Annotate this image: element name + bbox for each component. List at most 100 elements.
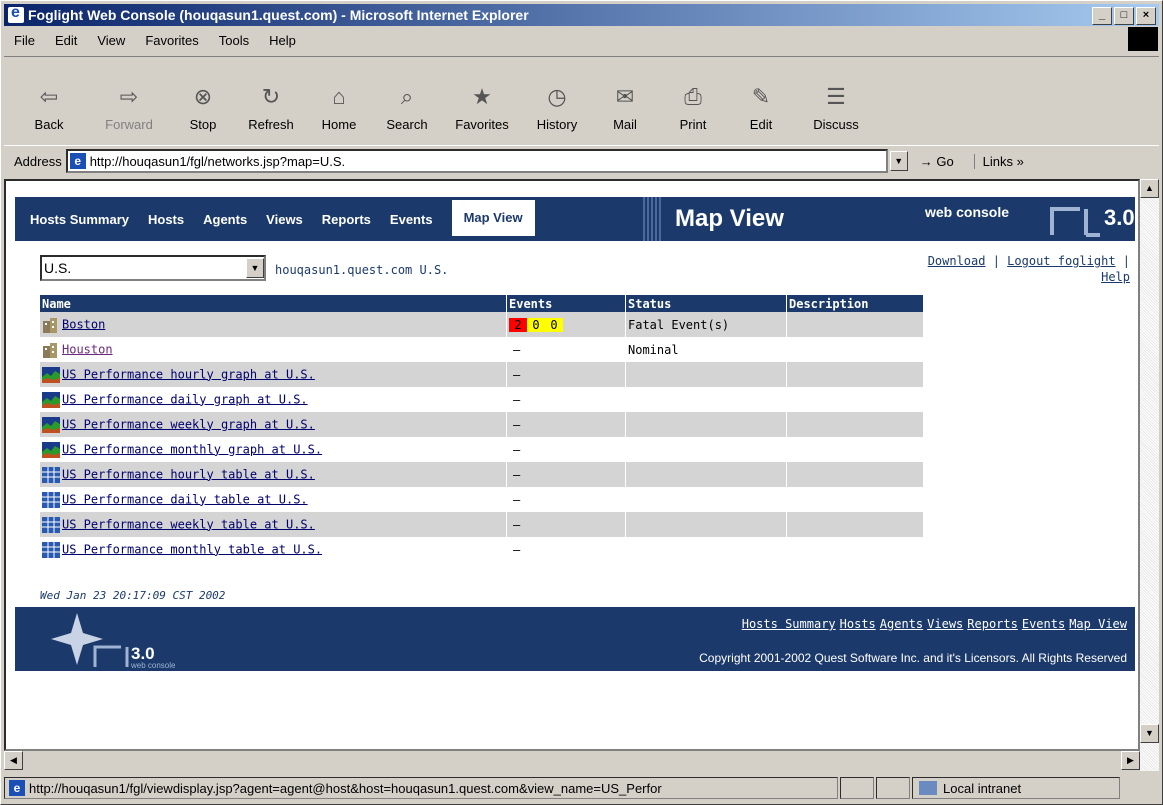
table-icon <box>42 491 60 508</box>
description-cell <box>786 512 924 537</box>
events-cell: – <box>506 387 626 412</box>
tab-hosts[interactable]: Hosts <box>148 212 184 236</box>
tab-reports[interactable]: Reports <box>322 212 371 236</box>
stop-button[interactable]: ⊗ Stop <box>172 62 234 132</box>
row-link[interactable]: US Performance hourly graph at U.S. <box>62 367 315 381</box>
name-cell: US Performance hourly graph at U.S. <box>40 362 507 387</box>
refresh-button[interactable]: ↻ Refresh <box>240 62 302 132</box>
address-dropdown-button[interactable]: ▼ <box>889 151 908 171</box>
footer-link-hosts-summary[interactable]: Hosts Summary <box>742 617 836 631</box>
scroll-up-button[interactable]: ▲ <box>1140 179 1159 198</box>
logout-link[interactable]: Logout foglight <box>1007 254 1115 268</box>
tab-events[interactable]: Events <box>390 212 433 236</box>
help-link[interactable]: Help <box>1101 270 1130 284</box>
menu-file[interactable]: File <box>14 33 35 48</box>
forward-button[interactable]: ⇨ Forward <box>92 62 166 132</box>
footer-link-map-view[interactable]: Map View <box>1069 617 1127 631</box>
footer-link-reports[interactable]: Reports <box>967 617 1018 631</box>
menu-tools[interactable]: Tools <box>219 33 249 48</box>
status-cell <box>625 487 787 512</box>
address-label: Address <box>14 153 62 169</box>
menu-help[interactable]: Help <box>269 33 296 48</box>
map-select[interactable]: U.S. ▼ <box>40 255 266 281</box>
menu-favorites[interactable]: Favorites <box>145 33 198 48</box>
back-button[interactable]: ⇦ Back <box>12 62 86 132</box>
windows-logo-icon <box>1128 27 1158 51</box>
menu-view[interactable]: View <box>97 33 125 48</box>
download-link[interactable]: Download <box>928 254 986 268</box>
toolbar-label: Edit <box>749 117 773 132</box>
minimize-button[interactable]: _ <box>1092 7 1112 25</box>
row-link[interactable]: US Performance monthly table at U.S. <box>62 542 322 556</box>
footer-links: Hosts Summary Hosts Agents Views Reports Even… <box>738 617 1127 631</box>
horizontal-scrollbar[interactable]: ◀ ▶ <box>4 751 1140 770</box>
favorites-button[interactable]: ★ Favorites <box>444 62 520 132</box>
column-header-name: Name <box>40 295 507 312</box>
event-count-badge[interactable]: 2 <box>509 317 527 332</box>
footer-link-agents[interactable]: Agents <box>880 617 923 631</box>
footer-link-views[interactable]: Views <box>927 617 963 631</box>
edit-button[interactable]: ✎ Edit <box>730 62 792 132</box>
building-icon <box>42 342 60 358</box>
events-text: – <box>513 392 521 407</box>
toolbar-label: Favorites <box>455 117 509 132</box>
status-cell <box>840 777 874 799</box>
go-button[interactable]: → Go <box>920 154 954 169</box>
ie-logo-icon <box>8 4 24 23</box>
home-button[interactable]: ⌂ Home <box>308 62 370 132</box>
table-row: US Performance daily graph at U.S. – <box>40 387 924 412</box>
row-link[interactable]: US Performance weekly graph at U.S. <box>62 417 315 431</box>
event-count-badge[interactable]: 0 <box>545 317 563 332</box>
print-button[interactable]: ⎙ Print <box>662 62 724 132</box>
footer-link-hosts[interactable]: Hosts <box>840 617 876 631</box>
favorites-icon: ★ <box>472 84 492 109</box>
mail-button[interactable]: ✉ Mail <box>594 62 656 132</box>
row-link[interactable]: US Performance monthly graph at U.S. <box>62 442 322 456</box>
scroll-right-button[interactable]: ▶ <box>1121 751 1140 770</box>
close-button[interactable]: × <box>1136 7 1156 25</box>
tab-hosts-summary[interactable]: Hosts Summary <box>30 212 129 236</box>
title-bar: Foglight Web Console (houqasun1.quest.co… <box>4 4 1159 26</box>
row-link[interactable]: Boston <box>62 317 105 331</box>
event-count-badge[interactable]: 0 <box>527 317 545 332</box>
map-select-dropdown-icon[interactable]: ▼ <box>246 258 264 278</box>
table-icon <box>42 516 60 533</box>
scroll-down-button[interactable]: ▼ <box>1140 724 1159 743</box>
row-link[interactable]: Houston <box>62 342 113 356</box>
search-button[interactable]: ⌕ Search <box>376 62 438 132</box>
toolbar-label: Refresh <box>248 117 294 132</box>
tab-views[interactable]: Views <box>266 212 303 236</box>
name-cell: US Performance hourly table at U.S. <box>40 462 507 487</box>
row-link[interactable]: US Performance weekly table at U.S. <box>62 517 315 531</box>
status-cell: Fatal Event(s) <box>625 312 787 337</box>
history-button[interactable]: ◷ History <box>526 62 588 132</box>
row-link[interactable]: US Performance hourly table at U.S. <box>62 467 315 481</box>
table-row: US Performance hourly table at U.S. – <box>40 462 924 487</box>
host-label: houqasun1.quest.com U.S. <box>275 263 449 277</box>
toolbar-label: Stop <box>189 117 217 132</box>
address-input[interactable]: e http://houqasun1/fgl/networks.jsp?map=… <box>65 149 888 173</box>
footer-link-events[interactable]: Events <box>1022 617 1065 631</box>
row-link[interactable]: US Performance daily table at U.S. <box>62 492 308 506</box>
zone-label: Local intranet <box>943 780 1022 796</box>
events-text: – <box>513 342 521 357</box>
table-icon <box>42 466 60 483</box>
links-button[interactable]: Links » <box>973 153 1024 169</box>
events-text: – <box>513 542 521 557</box>
discuss-button[interactable]: ☰ Discuss <box>798 62 874 132</box>
description-cell <box>786 462 924 487</box>
map-table: Name Events Status Description Boston 2 0 0 Fat… <box>40 295 924 562</box>
tab-map-view[interactable]: Map View <box>451 200 535 236</box>
window-title: Foglight Web Console (houqasun1.quest.co… <box>28 7 529 23</box>
events-cell: – <box>506 462 626 487</box>
row-link[interactable]: US Performance daily graph at U.S. <box>62 392 308 406</box>
status-cell <box>625 437 787 462</box>
maximize-button[interactable]: □ <box>1114 7 1134 25</box>
tab-agents[interactable]: Agents <box>203 212 247 236</box>
description-cell <box>786 337 924 362</box>
name-cell: US Performance weekly graph at U.S. <box>40 412 507 437</box>
menu-edit[interactable]: Edit <box>55 33 77 48</box>
vertical-scrollbar[interactable]: ▲ ▼ <box>1140 179 1159 771</box>
scroll-left-button[interactable]: ◀ <box>4 751 23 770</box>
description-cell <box>786 537 924 562</box>
